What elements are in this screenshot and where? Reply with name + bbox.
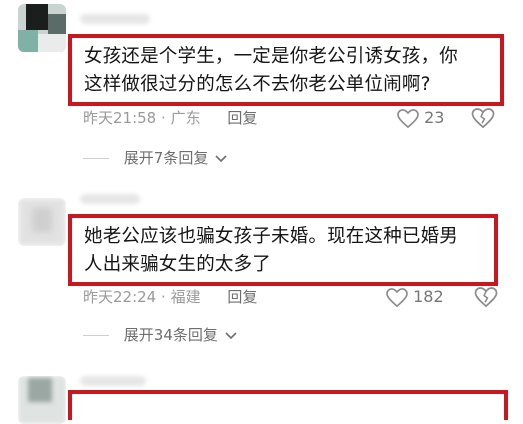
comment-text-highlight: 她老公应该也骗女孩子未婚。现在这种已婚男 人出来骗女生的太多了	[68, 214, 498, 286]
comment-2: 她老公应该也骗女孩子未婚。现在这种已婚男 人出来骗女生的太多了 昨天22:24 …	[0, 180, 523, 360]
like-button[interactable]: 23	[397, 107, 444, 129]
heart-outline-icon	[397, 108, 419, 128]
like-count: 23	[424, 108, 445, 127]
expand-replies-button[interactable]: 展开7条回复	[83, 148, 227, 168]
expand-replies-label: 展开7条回复	[123, 149, 209, 167]
broken-heart-icon	[471, 108, 495, 129]
chevron-down-icon	[225, 331, 237, 339]
comment-1: 女孩还是个学生，一定是你老公引诱女孩，你 这样做很过分的怎么不去你老公单位闹啊?…	[0, 0, 523, 180]
heart-outline-icon	[386, 287, 408, 307]
username[interactable]	[80, 14, 150, 24]
like-button[interactable]: 182	[386, 286, 444, 308]
broken-heart-icon	[474, 287, 498, 308]
comment-meta: 昨天21:58 · 广东 回复	[83, 108, 257, 128]
comment-text-highlight	[68, 390, 508, 420]
avatar[interactable]	[18, 376, 66, 424]
username[interactable]	[80, 376, 146, 386]
comment-text-line: 她老公应该也骗女孩子未婚。现在这种已婚男	[84, 226, 459, 247]
expand-replies-label: 展开34条回复	[123, 326, 218, 344]
comment-text-line: 女孩还是个学生，一定是你老公引诱女孩，你	[84, 46, 459, 67]
comment-meta: 昨天22:24 · 福建 回复	[83, 287, 257, 307]
separator-dot: ·	[161, 288, 166, 306]
dislike-button[interactable]	[471, 108, 495, 133]
reply-button[interactable]: 回复	[227, 109, 257, 127]
chevron-down-icon	[215, 154, 227, 162]
avatar[interactable]	[18, 198, 66, 246]
comment-text-highlight: 女孩还是个学生，一定是你老公引诱女孩，你 这样做很过分的怎么不去你老公单位闹啊?	[68, 34, 504, 106]
comment-text-line: 人出来骗女生的太多了	[84, 254, 272, 275]
dislike-button[interactable]	[474, 287, 498, 312]
comment-text-line: 这样做很过分的怎么不去你老公单位闹啊?	[84, 74, 431, 95]
expand-replies-button[interactable]: 展开34条回复	[83, 325, 237, 345]
separator-dot: ·	[161, 109, 166, 127]
like-count: 182	[413, 287, 444, 306]
username[interactable]	[80, 194, 140, 204]
reply-button[interactable]: 回复	[227, 288, 257, 306]
comment-time: 昨天22:24	[83, 288, 157, 306]
divider-line	[83, 335, 109, 336]
comment-3	[0, 360, 523, 424]
comment-location: 广东	[170, 109, 201, 127]
divider-line	[83, 158, 109, 159]
comment-location: 福建	[170, 288, 201, 306]
avatar[interactable]	[18, 4, 66, 52]
comment-time: 昨天21:58	[83, 109, 157, 127]
